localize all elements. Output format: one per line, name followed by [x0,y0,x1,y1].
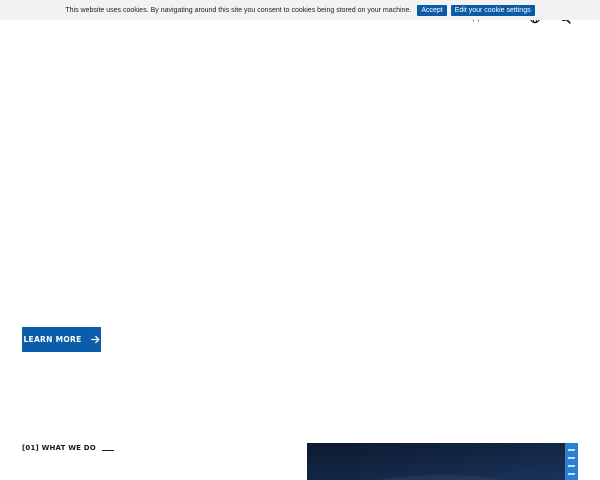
section-label: [01] WHAT WE DO [22,444,96,452]
cookie-banner: This website uses cookies. By navigating… [0,0,600,20]
page: LOCKHEED MARTIN ▾ Who we are▾ What we do… [0,0,600,480]
feature-image-graphic [307,443,578,480]
section-heading: [01] WHAT WE DO [22,444,114,452]
feature-image [307,443,578,480]
section-rule [101,449,114,451]
learn-more-button[interactable]: LEARN MORE [22,327,101,352]
cookie-accept-button[interactable]: Accept [417,4,447,16]
learn-more-label: LEARN MORE [23,335,82,344]
cookie-settings-button[interactable]: Edit your cookie settings [450,4,535,16]
cookie-message: This website uses cookies. By navigating… [65,6,412,14]
arrow-right-icon [90,335,100,344]
